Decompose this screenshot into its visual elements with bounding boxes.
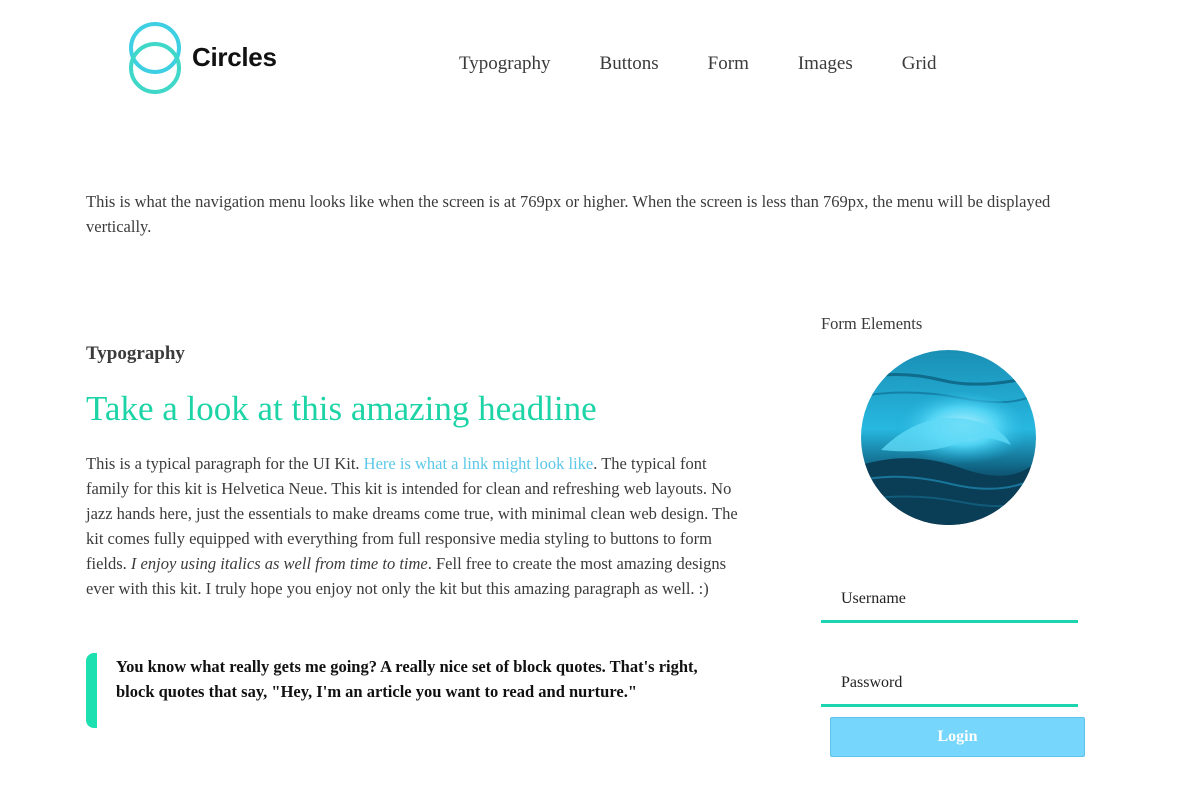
wave-photo: [861, 350, 1036, 525]
brand-logo[interactable]: Circles: [128, 22, 278, 94]
nav-images[interactable]: Images: [798, 53, 853, 75]
nav-grid[interactable]: Grid: [902, 53, 937, 75]
password-field[interactable]: [821, 662, 1078, 707]
nav-typography[interactable]: Typography: [459, 53, 551, 75]
brand-name: Circles: [192, 42, 277, 72]
blockquote: You know what really gets me going? A re…: [116, 657, 698, 701]
username-input[interactable]: [821, 578, 1078, 620]
nav-buttons[interactable]: Buttons: [600, 53, 659, 75]
paragraph-italic: I enjoy using italics as well from time …: [130, 554, 428, 573]
circles-logo-icon: [129, 22, 181, 94]
main-nav: Typography Buttons Form Images Grid: [459, 53, 986, 75]
username-field[interactable]: [821, 578, 1078, 623]
intro-text: This is what the navigation menu looks l…: [86, 192, 1051, 236]
wave-image-icon: [861, 350, 1036, 525]
body-paragraph: This is a typical paragraph for the UI K…: [86, 451, 746, 601]
nav-form[interactable]: Form: [708, 53, 749, 75]
login-button[interactable]: Login: [830, 717, 1085, 757]
password-input[interactable]: [821, 662, 1078, 704]
paragraph-text: This is a typical paragraph for the UI K…: [86, 454, 364, 473]
typography-section-title: Typography: [86, 343, 185, 364]
headline: Take a look at this amazing headline: [86, 389, 597, 428]
blockquote-accent: [86, 653, 97, 728]
form-section-title: Form Elements: [821, 314, 923, 333]
paragraph-link[interactable]: Here is what a link might look like: [364, 454, 594, 473]
